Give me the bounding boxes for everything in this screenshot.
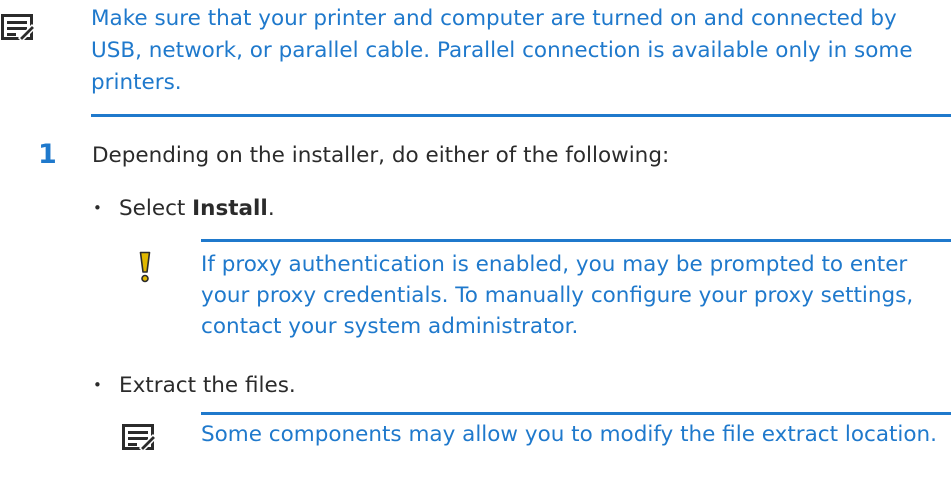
bullet-marker: • <box>93 376 102 394</box>
step-number: 1 <box>38 139 57 170</box>
note-icon <box>122 424 156 450</box>
install-label: Install <box>192 196 268 221</box>
caution-icon <box>139 251 151 283</box>
note-divider <box>201 412 951 415</box>
note-icon <box>1 14 35 40</box>
note-text: Make sure that your printer and computer… <box>91 6 913 95</box>
bullet-suffix: . <box>267 196 275 221</box>
bullet-marker: • <box>93 199 102 217</box>
bullet-prefix: Select <box>119 196 193 221</box>
bullet-item-extract: Extract the files. <box>119 373 296 398</box>
note-text: Some components may allow you to modify … <box>201 422 938 447</box>
step-instruction: Depending on the installer, do either of… <box>92 143 670 168</box>
note-divider <box>91 114 951 117</box>
bullet-item-install: Select Install. <box>119 193 275 225</box>
caution-divider <box>201 239 951 242</box>
caution-text: If proxy authentication is enabled, you … <box>201 252 914 339</box>
